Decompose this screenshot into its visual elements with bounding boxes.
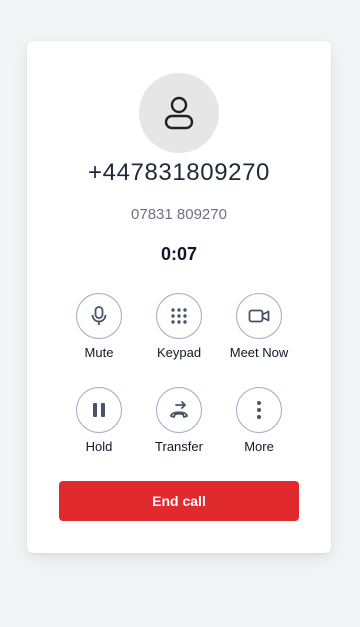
caller-number: +447831809270 — [88, 159, 270, 186]
keypad-icon — [171, 308, 187, 324]
keypad-button[interactable]: Keypad — [134, 293, 224, 360]
keypad-label: Keypad — [156, 345, 202, 360]
end-call-button[interactable]: End call — [59, 481, 299, 521]
avatar — [139, 73, 219, 153]
more-vertical-icon — [257, 401, 261, 419]
call-card: +447831809270 07831 809270 0:07 Mute Key… — [27, 41, 331, 553]
call-timer: 0:07 — [160, 244, 198, 264]
transfer-button[interactable]: Transfer — [134, 387, 224, 454]
more-label: More — [244, 439, 274, 454]
meet-now-label: Meet Now — [229, 345, 289, 360]
transfer-icon — [170, 401, 188, 418]
caller-number-formatted: 07831 809270 — [131, 206, 227, 223]
hold-label: Hold — [85, 439, 113, 454]
mute-button[interactable]: Mute — [54, 293, 144, 360]
more-button[interactable]: More — [214, 387, 304, 454]
pause-icon — [93, 403, 105, 417]
person-icon — [164, 96, 194, 130]
meet-now-button[interactable]: Meet Now — [214, 293, 304, 360]
transfer-label: Transfer — [155, 439, 203, 454]
hold-button[interactable]: Hold — [54, 387, 144, 454]
video-camera-icon — [248, 309, 270, 323]
microphone-icon — [91, 306, 107, 325]
mute-label: Mute — [84, 345, 114, 360]
